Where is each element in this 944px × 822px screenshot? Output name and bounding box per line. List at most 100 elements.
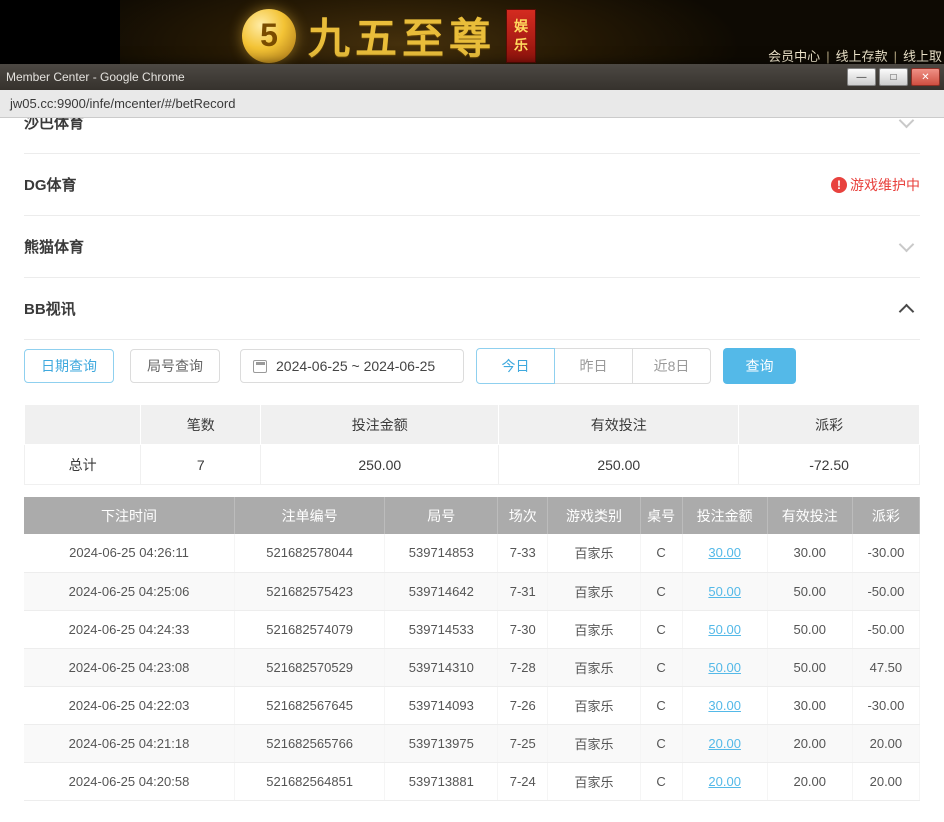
summary-table: 笔数 投注金额 有效投注 派彩 总计 7 250.00 250.00 -72.5… xyxy=(24,404,920,485)
session: 7-26 xyxy=(498,686,548,724)
search-button[interactable]: 查询 xyxy=(723,348,796,384)
section-label: 熊猫体育 xyxy=(24,236,84,257)
session: 7-33 xyxy=(498,534,548,572)
table-row: 2024-06-25 04:24:33521682574079539714533… xyxy=(24,610,920,648)
section-dg-sports[interactable]: DG体育 游戏维护中 xyxy=(24,154,920,216)
summary-header-payout: 派彩 xyxy=(739,405,920,445)
section-saba-sports[interactable]: 沙巴体育 xyxy=(24,118,920,154)
window-title: Member Center - Google Chrome xyxy=(4,70,847,84)
round-number: 539713881 xyxy=(385,762,498,800)
valid-bet: 30.00 xyxy=(767,686,852,724)
valid-bet: 50.00 xyxy=(767,572,852,610)
column-header: 游戏类别 xyxy=(548,497,640,534)
close-button[interactable]: ✕ xyxy=(911,68,940,86)
bet-amount-link[interactable]: 50.00 xyxy=(708,660,741,675)
game-type: 百家乐 xyxy=(548,648,640,686)
payout: 20.00 xyxy=(852,762,919,800)
column-header: 注单编号 xyxy=(234,497,384,534)
order-number: 521682574079 xyxy=(234,610,384,648)
payout: -50.00 xyxy=(852,610,919,648)
payout: -50.00 xyxy=(852,572,919,610)
bet-amount: 30.00 xyxy=(682,534,767,572)
nav-separator: | xyxy=(826,49,829,64)
summary-count: 7 xyxy=(141,445,261,485)
maximize-button[interactable]: □ xyxy=(879,68,908,86)
bet-amount: 50.00 xyxy=(682,610,767,648)
nav-online-withdraw[interactable]: 线上取 xyxy=(903,49,942,64)
bet-amount: 20.00 xyxy=(682,724,767,762)
round-number: 539714642 xyxy=(385,572,498,610)
minimize-button[interactable]: — xyxy=(847,68,876,86)
order-number: 521682567645 xyxy=(234,686,384,724)
bet-table-header-row: 下注时间注单编号局号场次游戏类别桌号投注金额有效投注派彩 xyxy=(24,497,920,534)
session: 7-25 xyxy=(498,724,548,762)
logo-badge-top: 娱 xyxy=(514,17,528,35)
section-bb-video[interactable]: BB视讯 xyxy=(24,278,920,340)
bet-amount-link[interactable]: 30.00 xyxy=(708,545,741,560)
table-row: 2024-06-25 04:20:58521682564851539713881… xyxy=(24,762,920,800)
date-range-picker[interactable]: 2024-06-25 ~ 2024-06-25 xyxy=(240,349,464,383)
address-bar[interactable]: jw05.cc:9900/infe/mcenter/#/betRecord xyxy=(0,90,944,118)
section-label: DG体育 xyxy=(24,174,77,195)
bet-amount-link[interactable]: 50.00 xyxy=(708,584,741,599)
chevron-up-icon xyxy=(899,304,915,320)
table-number: C xyxy=(640,610,682,648)
section-panda-sports[interactable]: 熊猫体育 xyxy=(24,216,920,278)
valid-bet: 50.00 xyxy=(767,648,852,686)
summary-header-blank xyxy=(25,405,141,445)
bet-amount: 30.00 xyxy=(682,686,767,724)
bet-amount: 50.00 xyxy=(682,572,767,610)
banner-dark-block xyxy=(0,0,120,64)
filter-bar: 日期查询 局号查询 2024-06-25 ~ 2024-06-25 今日 昨日 … xyxy=(24,348,920,384)
bet-table-body: 2024-06-25 04:26:11521682578044539714853… xyxy=(24,534,920,800)
order-number: 521682575423 xyxy=(234,572,384,610)
session: 7-31 xyxy=(498,572,548,610)
order-number: 521682578044 xyxy=(234,534,384,572)
table-row: 2024-06-25 04:25:06521682575423539714642… xyxy=(24,572,920,610)
round-number: 539714533 xyxy=(385,610,498,648)
payout: -30.00 xyxy=(852,534,919,572)
bet-amount: 20.00 xyxy=(682,762,767,800)
site-logo: 5 九五至尊 娱 乐 xyxy=(242,5,536,66)
table-row: 2024-06-25 04:22:03521682567645539714093… xyxy=(24,686,920,724)
calendar-icon xyxy=(253,360,267,373)
quick-today-button[interactable]: 今日 xyxy=(476,348,555,384)
bet-amount: 50.00 xyxy=(682,648,767,686)
order-number: 521682570529 xyxy=(234,648,384,686)
summary-header-valid-bet: 有效投注 xyxy=(499,405,739,445)
nav-online-deposit[interactable]: 线上存款 xyxy=(836,49,888,64)
column-header: 投注金额 xyxy=(682,497,767,534)
quick-date-group: 今日 昨日 近8日 xyxy=(476,348,711,384)
summary-total-label: 总计 xyxy=(25,445,141,485)
table-number: C xyxy=(640,534,682,572)
nav-member-center[interactable]: 会员中心 xyxy=(768,49,820,64)
maintenance-icon xyxy=(831,177,847,193)
bet-time: 2024-06-25 04:22:03 xyxy=(24,686,234,724)
column-header: 派彩 xyxy=(852,497,919,534)
quick-yesterday-button[interactable]: 昨日 xyxy=(554,348,633,384)
bet-amount-link[interactable]: 30.00 xyxy=(708,698,741,713)
table-number: C xyxy=(640,724,682,762)
bet-amount-link[interactable]: 50.00 xyxy=(708,622,741,637)
window-controls: — □ ✕ xyxy=(847,68,940,86)
bet-time: 2024-06-25 04:20:58 xyxy=(24,762,234,800)
round-number: 539714853 xyxy=(385,534,498,572)
valid-bet: 20.00 xyxy=(767,724,852,762)
game-type: 百家乐 xyxy=(548,610,640,648)
tab-date-query[interactable]: 日期查询 xyxy=(24,349,114,383)
summary-valid-bet: 250.00 xyxy=(499,445,739,485)
window-titlebar[interactable]: Member Center - Google Chrome — □ ✕ xyxy=(0,64,944,90)
bet-amount-link[interactable]: 20.00 xyxy=(708,774,741,789)
summary-payout: -72.50 xyxy=(739,445,920,485)
round-number: 539714093 xyxy=(385,686,498,724)
session: 7-24 xyxy=(498,762,548,800)
nav-separator: | xyxy=(894,49,897,64)
quick-last8days-button[interactable]: 近8日 xyxy=(632,348,711,384)
session: 7-28 xyxy=(498,648,548,686)
order-number: 521682564851 xyxy=(234,762,384,800)
summary-header-bet-amount: 投注金额 xyxy=(261,405,499,445)
maintenance-text: 游戏维护中 xyxy=(850,175,920,195)
bet-time: 2024-06-25 04:24:33 xyxy=(24,610,234,648)
bet-amount-link[interactable]: 20.00 xyxy=(708,736,741,751)
tab-round-query[interactable]: 局号查询 xyxy=(130,349,220,383)
